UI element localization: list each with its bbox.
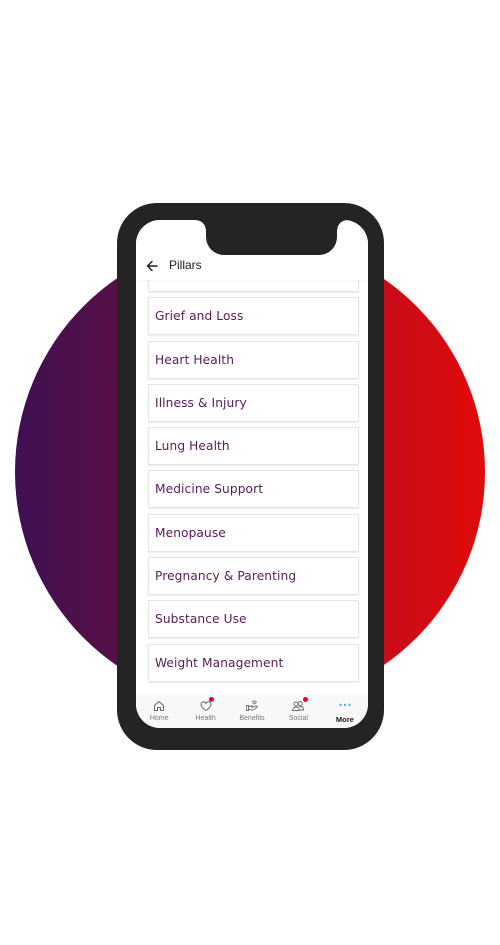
phone-screen: Pillars Diabetes Grief and Loss Heart He… (136, 220, 368, 728)
pillar-item-lung-health[interactable]: Lung Health (148, 427, 359, 466)
pillar-item-substance-use[interactable]: Substance Use (148, 600, 359, 639)
pillar-item-medicine-support[interactable]: Medicine Support (148, 470, 359, 509)
page-title: Pillars (169, 258, 202, 272)
tab-label: Benefits (239, 715, 265, 722)
promo-stage: Pillars Diabetes Grief and Loss Heart He… (0, 0, 500, 945)
pillar-label: Weight Management (155, 655, 284, 670)
tab-label: Social (288, 715, 308, 722)
tab-home[interactable]: Home (136, 694, 182, 728)
pillar-item-heart-health[interactable]: Heart Health (148, 340, 359, 379)
more-dots-icon (339, 703, 351, 707)
pillar-label: Medicine Support (155, 482, 264, 497)
tab-benefits[interactable]: Benefits (229, 694, 275, 728)
tab-more[interactable]: More (322, 694, 368, 728)
bottom-tab-bar: Home Health Benefits Social More (136, 694, 368, 728)
pillar-label: Grief and Loss (155, 309, 244, 324)
tab-label: Home (149, 715, 169, 722)
home-icon (154, 701, 165, 711)
tab-label: More (335, 715, 354, 724)
pillar-label: Lung Health (155, 439, 230, 454)
arrow-left-icon (146, 260, 158, 272)
back-button[interactable] (144, 258, 160, 274)
tab-label: Health (195, 715, 216, 722)
pillar-item-pregnancy-parenting[interactable]: Pregnancy & Parenting (148, 557, 359, 596)
pillar-item-grief-and-loss[interactable]: Grief and Loss (148, 297, 359, 336)
pillar-item-weight-management[interactable]: Weight Management (148, 643, 359, 682)
tab-health[interactable]: Health (182, 694, 228, 728)
pillars-list: Diabetes Grief and Loss Heart Health Ill… (148, 254, 359, 687)
pillar-label: Heart Health (155, 352, 235, 367)
notification-badge (209, 697, 215, 702)
notification-badge (303, 697, 309, 702)
pillar-label: Illness & Injury (155, 395, 247, 410)
pillar-item-menopause[interactable]: Menopause (148, 513, 359, 552)
hand-heart-icon (246, 700, 258, 711)
phone-frame: Pillars Diabetes Grief and Loss Heart He… (117, 203, 384, 750)
phone-notch (196, 220, 347, 255)
pillar-label: Pregnancy & Parenting (155, 569, 297, 584)
pillar-label: Substance Use (155, 612, 247, 627)
tab-social[interactable]: Social (275, 694, 321, 728)
pillar-item-illness-injury[interactable]: Illness & Injury (148, 383, 359, 422)
pillar-label: Menopause (155, 525, 226, 540)
